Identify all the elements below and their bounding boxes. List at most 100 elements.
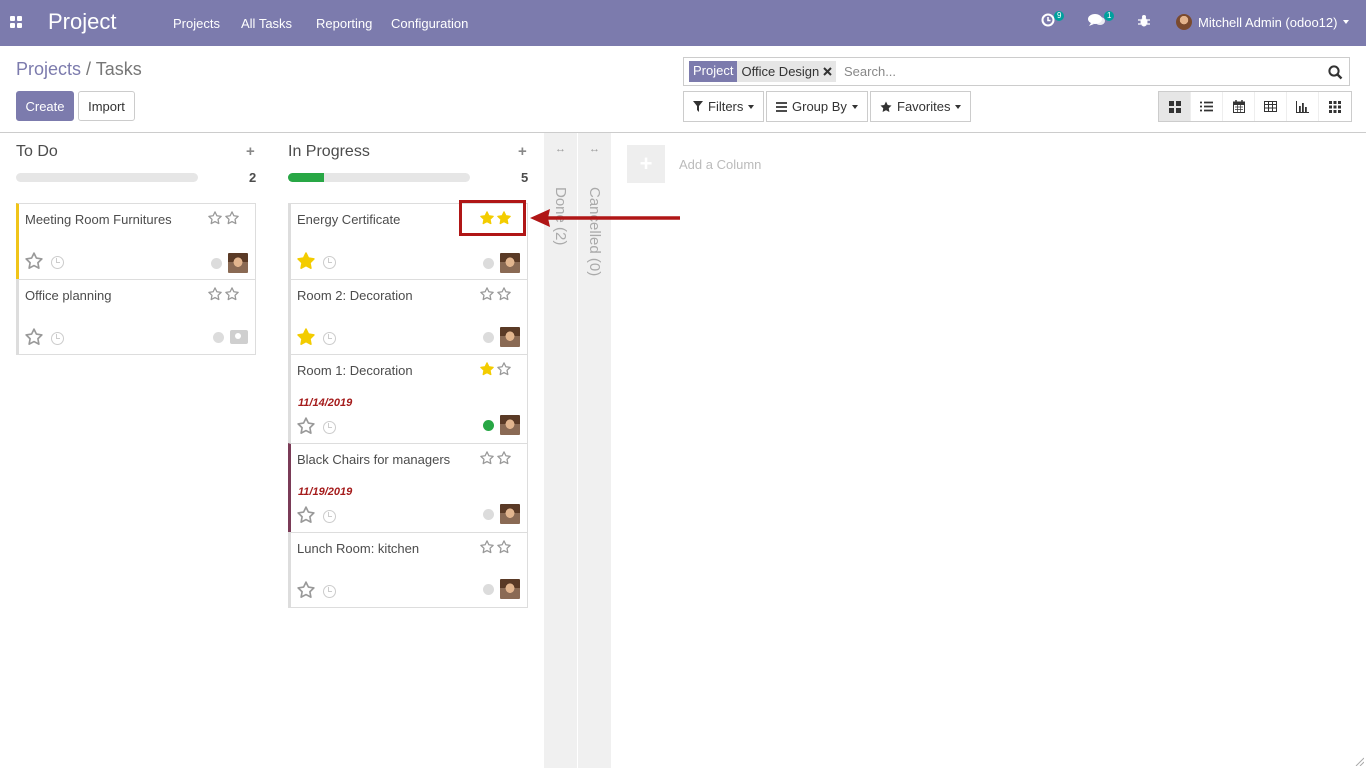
- graph-view-button[interactable]: [1287, 92, 1319, 121]
- create-button[interactable]: Create: [16, 91, 74, 121]
- priority-star-icon[interactable]: [480, 362, 494, 376]
- user-menu[interactable]: Mitchell Admin (odoo12): [1176, 14, 1350, 30]
- kanban-card[interactable]: Room 1: Decoration 11/14/2019: [288, 354, 528, 444]
- menu-configuration[interactable]: Configuration: [391, 16, 468, 31]
- priority-star-icon[interactable]: [497, 540, 511, 554]
- kanban-card[interactable]: Lunch Room: kitchen: [288, 532, 528, 608]
- kanban-state-dot[interactable]: [483, 419, 494, 431]
- column-title-todo[interactable]: To Do: [16, 143, 58, 161]
- star-icon[interactable]: [297, 252, 315, 270]
- search-icon[interactable]: [1328, 65, 1343, 80]
- priority-widget[interactable]: [480, 451, 511, 465]
- quick-create-in-progress-icon[interactable]: +: [518, 143, 527, 160]
- priority-star-icon[interactable]: [480, 451, 494, 465]
- clock-icon[interactable]: [323, 421, 336, 434]
- kanban-state-dot[interactable]: [211, 257, 222, 269]
- menu-projects[interactable]: Projects: [173, 16, 220, 31]
- kanban-view-button[interactable]: [1159, 92, 1191, 121]
- priority-widget[interactable]: [480, 287, 511, 301]
- progress-bar-todo[interactable]: [16, 173, 198, 182]
- kanban-state-dot[interactable]: [483, 257, 494, 269]
- messages-button[interactable]: 1: [1088, 11, 1115, 30]
- priority-star-icon[interactable]: [497, 451, 511, 465]
- grid-view-button[interactable]: [1319, 92, 1351, 121]
- add-column-button[interactable]: +: [627, 145, 665, 183]
- resize-handle-icon[interactable]: [1354, 756, 1364, 766]
- priority-star-icon[interactable]: [208, 287, 222, 301]
- priority-widget[interactable]: [208, 211, 239, 225]
- app-brand[interactable]: Project: [48, 9, 116, 35]
- pivot-view-button[interactable]: [1255, 92, 1287, 121]
- progress-bar-in-progress[interactable]: [288, 173, 470, 182]
- search-input[interactable]: Search...: [844, 64, 896, 79]
- favorite-star-icon[interactable]: [297, 328, 315, 349]
- favorite-star-icon[interactable]: [25, 252, 43, 273]
- star-icon[interactable]: [297, 581, 315, 599]
- favorite-star-icon[interactable]: [297, 506, 315, 527]
- quick-create-todo-icon[interactable]: +: [246, 143, 255, 160]
- priority-widget[interactable]: [208, 287, 239, 301]
- apps-menu-icon[interactable]: [10, 16, 23, 29]
- priority-star-icon[interactable]: [480, 540, 494, 554]
- activity-badge: 9: [1054, 11, 1065, 21]
- star-icon[interactable]: [25, 252, 43, 270]
- kanban-card[interactable]: Meeting Room Furnitures: [16, 203, 256, 280]
- kanban-state-dot[interactable]: [483, 331, 494, 343]
- clock-icon[interactable]: [323, 585, 336, 598]
- debug-button[interactable]: [1137, 14, 1151, 31]
- menu-reporting[interactable]: Reporting: [316, 16, 372, 31]
- table-icon: [1264, 101, 1277, 112]
- assignee-avatar: [500, 327, 520, 347]
- assignee-avatar: [500, 415, 520, 435]
- kanban-state-dot[interactable]: [213, 331, 224, 343]
- priority-star-icon[interactable]: [225, 287, 239, 301]
- kanban-card[interactable]: Room 2: Decoration: [288, 279, 528, 355]
- clock-icon[interactable]: [323, 256, 336, 269]
- activity-button[interactable]: 9: [1041, 11, 1065, 30]
- folded-column-label: Cancelled (0): [586, 187, 603, 277]
- favorite-star-icon[interactable]: [25, 328, 43, 349]
- priority-star-icon[interactable]: [497, 362, 511, 376]
- breadcrumb-projects[interactable]: Projects: [16, 59, 81, 79]
- group-by-dropdown[interactable]: Group By: [766, 91, 868, 122]
- priority-star-icon[interactable]: [480, 287, 494, 301]
- menu-all-tasks[interactable]: All Tasks: [241, 16, 292, 31]
- priority-widget[interactable]: [480, 362, 511, 376]
- list-view-button[interactable]: [1191, 92, 1223, 121]
- calendar-view-button[interactable]: [1223, 92, 1255, 121]
- kanban-card[interactable]: Black Chairs for managers 11/19/2019: [288, 443, 528, 533]
- close-icon[interactable]: [823, 67, 832, 76]
- kanban-card[interactable]: Office planning: [16, 279, 256, 355]
- priority-star-icon[interactable]: [497, 287, 511, 301]
- star-icon[interactable]: [297, 328, 315, 346]
- clock-icon[interactable]: [323, 510, 336, 523]
- star-icon[interactable]: [25, 328, 43, 346]
- priority-star-icon[interactable]: [225, 211, 239, 225]
- favorite-star-icon[interactable]: [297, 581, 315, 602]
- favorite-star-icon[interactable]: [297, 252, 315, 273]
- assignee-avatar: [500, 504, 520, 524]
- add-column-label[interactable]: Add a Column: [679, 157, 761, 172]
- card-footer-left: [297, 506, 336, 527]
- star-icon[interactable]: [297, 417, 315, 435]
- breadcrumb: Projects / Tasks: [16, 59, 142, 80]
- favorite-star-icon[interactable]: [297, 417, 315, 438]
- column-title-in-progress[interactable]: In Progress: [288, 143, 370, 161]
- assignee-avatar: [500, 579, 520, 599]
- kanban-state-dot[interactable]: [483, 583, 494, 595]
- clock-icon[interactable]: [51, 332, 64, 345]
- clock-icon[interactable]: [51, 256, 64, 269]
- search-bar[interactable]: Project Office Design Search...: [683, 57, 1350, 86]
- card-footer-left: [297, 328, 336, 349]
- card-title: Room 2: Decoration: [297, 288, 413, 303]
- priority-star-icon[interactable]: [208, 211, 222, 225]
- bar-chart-icon: [1296, 100, 1309, 113]
- filters-dropdown[interactable]: Filters: [683, 91, 765, 122]
- clock-icon[interactable]: [323, 332, 336, 345]
- annotation-arrow-icon: [530, 209, 680, 227]
- kanban-state-dot[interactable]: [483, 508, 494, 520]
- priority-widget[interactable]: [480, 540, 511, 554]
- favorites-dropdown[interactable]: Favorites: [870, 91, 972, 122]
- import-button[interactable]: Import: [78, 91, 135, 121]
- star-icon[interactable]: [297, 506, 315, 524]
